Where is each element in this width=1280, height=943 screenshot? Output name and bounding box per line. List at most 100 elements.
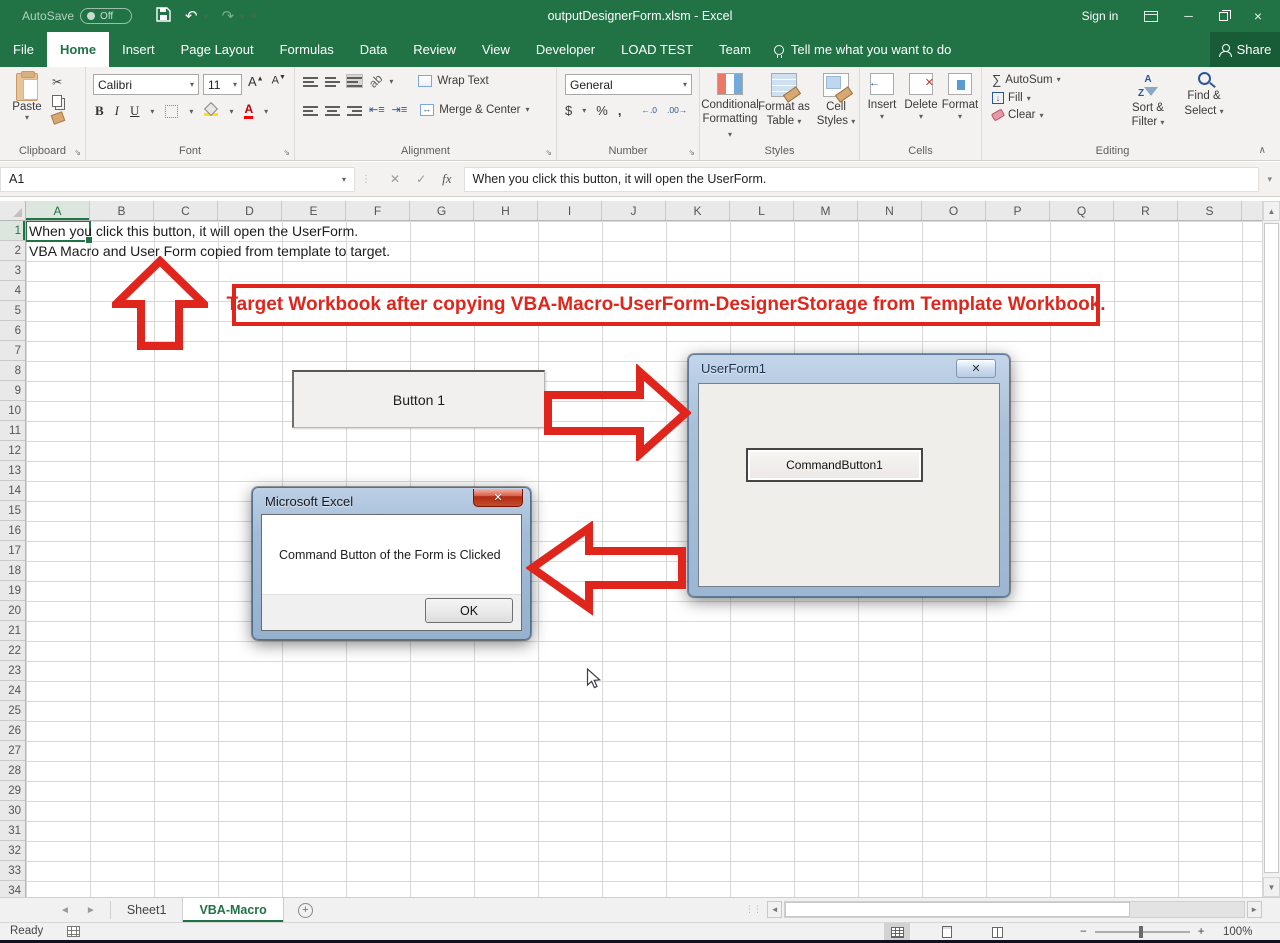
sort-dropdown-icon[interactable]: ▾ (1160, 118, 1164, 127)
sheet-nav-left-icon[interactable]: ◄ (60, 905, 70, 916)
zoom-out-icon[interactable]: − (1080, 926, 1087, 938)
enter-icon[interactable]: ✓ (416, 172, 426, 186)
tab-formulas[interactable]: Formulas (267, 32, 347, 67)
row-header-27[interactable]: 27 (0, 741, 25, 761)
delete-cells-button[interactable]: Delete ▾ (901, 67, 941, 141)
fat-dropdown-icon[interactable]: ▾ (797, 117, 801, 126)
column-header-R[interactable]: R (1114, 201, 1178, 220)
orientation-icon[interactable]: ab (366, 71, 385, 90)
alignment-dialog-launcher-icon[interactable]: ⇘ (545, 148, 552, 157)
tab-insert[interactable]: Insert (109, 32, 168, 67)
restore-icon[interactable] (1218, 9, 1231, 21)
tell-me-box[interactable]: Tell me what you want to do (773, 32, 951, 67)
sheet-nav-right-icon[interactable]: ► (86, 905, 96, 916)
merge-dropdown-icon[interactable]: ▾ (525, 105, 529, 114)
page-layout-view-button[interactable] (934, 923, 960, 941)
find-dropdown-icon[interactable]: ▾ (1220, 107, 1224, 116)
tab-view[interactable]: View (469, 32, 523, 67)
row-header-13[interactable]: 13 (0, 461, 25, 481)
tab-data[interactable]: Data (347, 32, 400, 67)
column-header-N[interactable]: N (858, 201, 922, 220)
row-header-25[interactable]: 25 (0, 701, 25, 721)
row-header-4[interactable]: 4 (0, 281, 25, 301)
macro-record-icon[interactable] (67, 925, 81, 937)
column-header-P[interactable]: P (986, 201, 1050, 220)
font-color-dropdown-icon[interactable]: ▾ (264, 107, 268, 116)
font-color-icon[interactable]: A (244, 103, 254, 119)
cs-dropdown-icon[interactable]: ▾ (851, 117, 855, 126)
name-box[interactable]: A1 ▾ (0, 166, 355, 192)
name-box-dropdown-icon[interactable]: ▾ (342, 175, 346, 184)
scroll-down-icon[interactable]: ▼ (1263, 877, 1280, 897)
tab-review[interactable]: Review (400, 32, 469, 67)
merge-center-button[interactable]: Merge & Center ▾ (420, 103, 529, 116)
find-select-button[interactable]: Find & Select ▾ (1178, 72, 1230, 118)
grow-font-icon[interactable]: A▲ (248, 74, 264, 89)
vertical-scroll-thumb[interactable] (1264, 223, 1279, 873)
middle-align-icon[interactable] (325, 75, 340, 87)
currency-dropdown-icon[interactable]: ▾ (582, 106, 586, 115)
cut-icon[interactable]: ✂ (52, 75, 62, 89)
row-header-10[interactable]: 10 (0, 401, 25, 421)
column-header-O[interactable]: O (922, 201, 986, 220)
number-format-combo[interactable]: General ▾ (565, 74, 692, 95)
row-header-33[interactable]: 33 (0, 861, 25, 881)
clipboard-dialog-launcher-icon[interactable]: ⇘ (74, 148, 81, 157)
row-header-28[interactable]: 28 (0, 761, 25, 781)
row-header-3[interactable]: 3 (0, 261, 25, 281)
top-align-icon[interactable] (303, 75, 318, 87)
format-cells-button[interactable]: Format ▾ (940, 67, 980, 141)
decrease-indent-icon[interactable]: ⇤≡ (369, 103, 385, 116)
sheet-form-button[interactable]: Button 1 (292, 370, 545, 428)
borders-icon[interactable] (165, 104, 179, 118)
clear-dropdown-icon[interactable]: ▾ (1039, 111, 1043, 120)
zoom-in-icon[interactable]: + (1198, 926, 1205, 938)
autosum-button[interactable]: ∑ AutoSum ▾ (992, 72, 1061, 87)
row-header-11[interactable]: 11 (0, 421, 25, 441)
row-header-30[interactable]: 30 (0, 801, 25, 821)
paste-button[interactable]: Paste ▾ (8, 71, 46, 141)
font-size-combo[interactable]: 11 ▾ (203, 74, 242, 95)
bold-button[interactable]: B (95, 103, 104, 119)
shrink-font-icon[interactable]: A▼ (272, 74, 286, 89)
collapse-ribbon-icon[interactable]: ∧ (1259, 145, 1266, 156)
decrease-decimal-icon[interactable]: .00→ (667, 105, 687, 115)
column-header-H[interactable]: H (474, 201, 538, 220)
format-painter-icon[interactable] (50, 111, 66, 125)
column-header-A[interactable]: A (26, 201, 90, 220)
insert-cells-button[interactable]: Insert ▾ (862, 67, 902, 141)
autosum-dropdown-icon[interactable]: ▾ (1057, 75, 1061, 84)
normal-view-button[interactable] (884, 923, 910, 941)
row-header-5[interactable]: 5 (0, 301, 25, 321)
row-header-19[interactable]: 19 (0, 581, 25, 601)
number-dialog-launcher-icon[interactable]: ⇘ (688, 148, 695, 157)
row-header-14[interactable]: 14 (0, 481, 25, 501)
zoom-slider[interactable] (1094, 926, 1190, 938)
cancel-icon[interactable]: ✕ (390, 172, 400, 186)
sheet-tab-vba-macro[interactable]: VBA-Macro (183, 898, 284, 922)
userform-close-button[interactable]: ✕ (956, 359, 996, 378)
page-break-view-button[interactable] (984, 923, 1010, 941)
column-header-K[interactable]: K (666, 201, 730, 220)
underline-button[interactable]: U (130, 103, 139, 119)
userform-window[interactable]: UserForm1 ✕ CommandButton1 (688, 354, 1010, 597)
underline-dropdown-icon[interactable]: ▾ (150, 107, 154, 116)
column-header-Q[interactable]: Q (1050, 201, 1114, 220)
cell-styles-button[interactable]: Cell Styles ▾ (808, 67, 864, 141)
conditional-formatting-button[interactable]: Conditional Formatting ▾ (701, 67, 759, 141)
horizontal-scroll-thumb[interactable] (785, 902, 1131, 917)
new-sheet-button[interactable]: + (297, 898, 313, 922)
row-header-21[interactable]: 21 (0, 621, 25, 641)
column-header-S[interactable]: S (1178, 201, 1242, 220)
row-header-20[interactable]: 20 (0, 601, 25, 621)
sort-filter-button[interactable]: AZ Sort & Filter ▾ (1122, 72, 1174, 130)
percent-icon[interactable]: % (596, 103, 608, 118)
borders-dropdown-icon[interactable]: ▾ (189, 107, 193, 116)
scroll-left-icon[interactable]: ◄ (767, 901, 783, 918)
close-icon[interactable]: × (1254, 8, 1262, 24)
wrap-text-button[interactable]: Wrap Text (418, 75, 489, 87)
align-right-icon[interactable] (347, 104, 362, 116)
tab-page-layout[interactable]: Page Layout (168, 32, 267, 67)
row-header-23[interactable]: 23 (0, 661, 25, 681)
ribbon-display-options-icon[interactable] (1144, 10, 1159, 22)
